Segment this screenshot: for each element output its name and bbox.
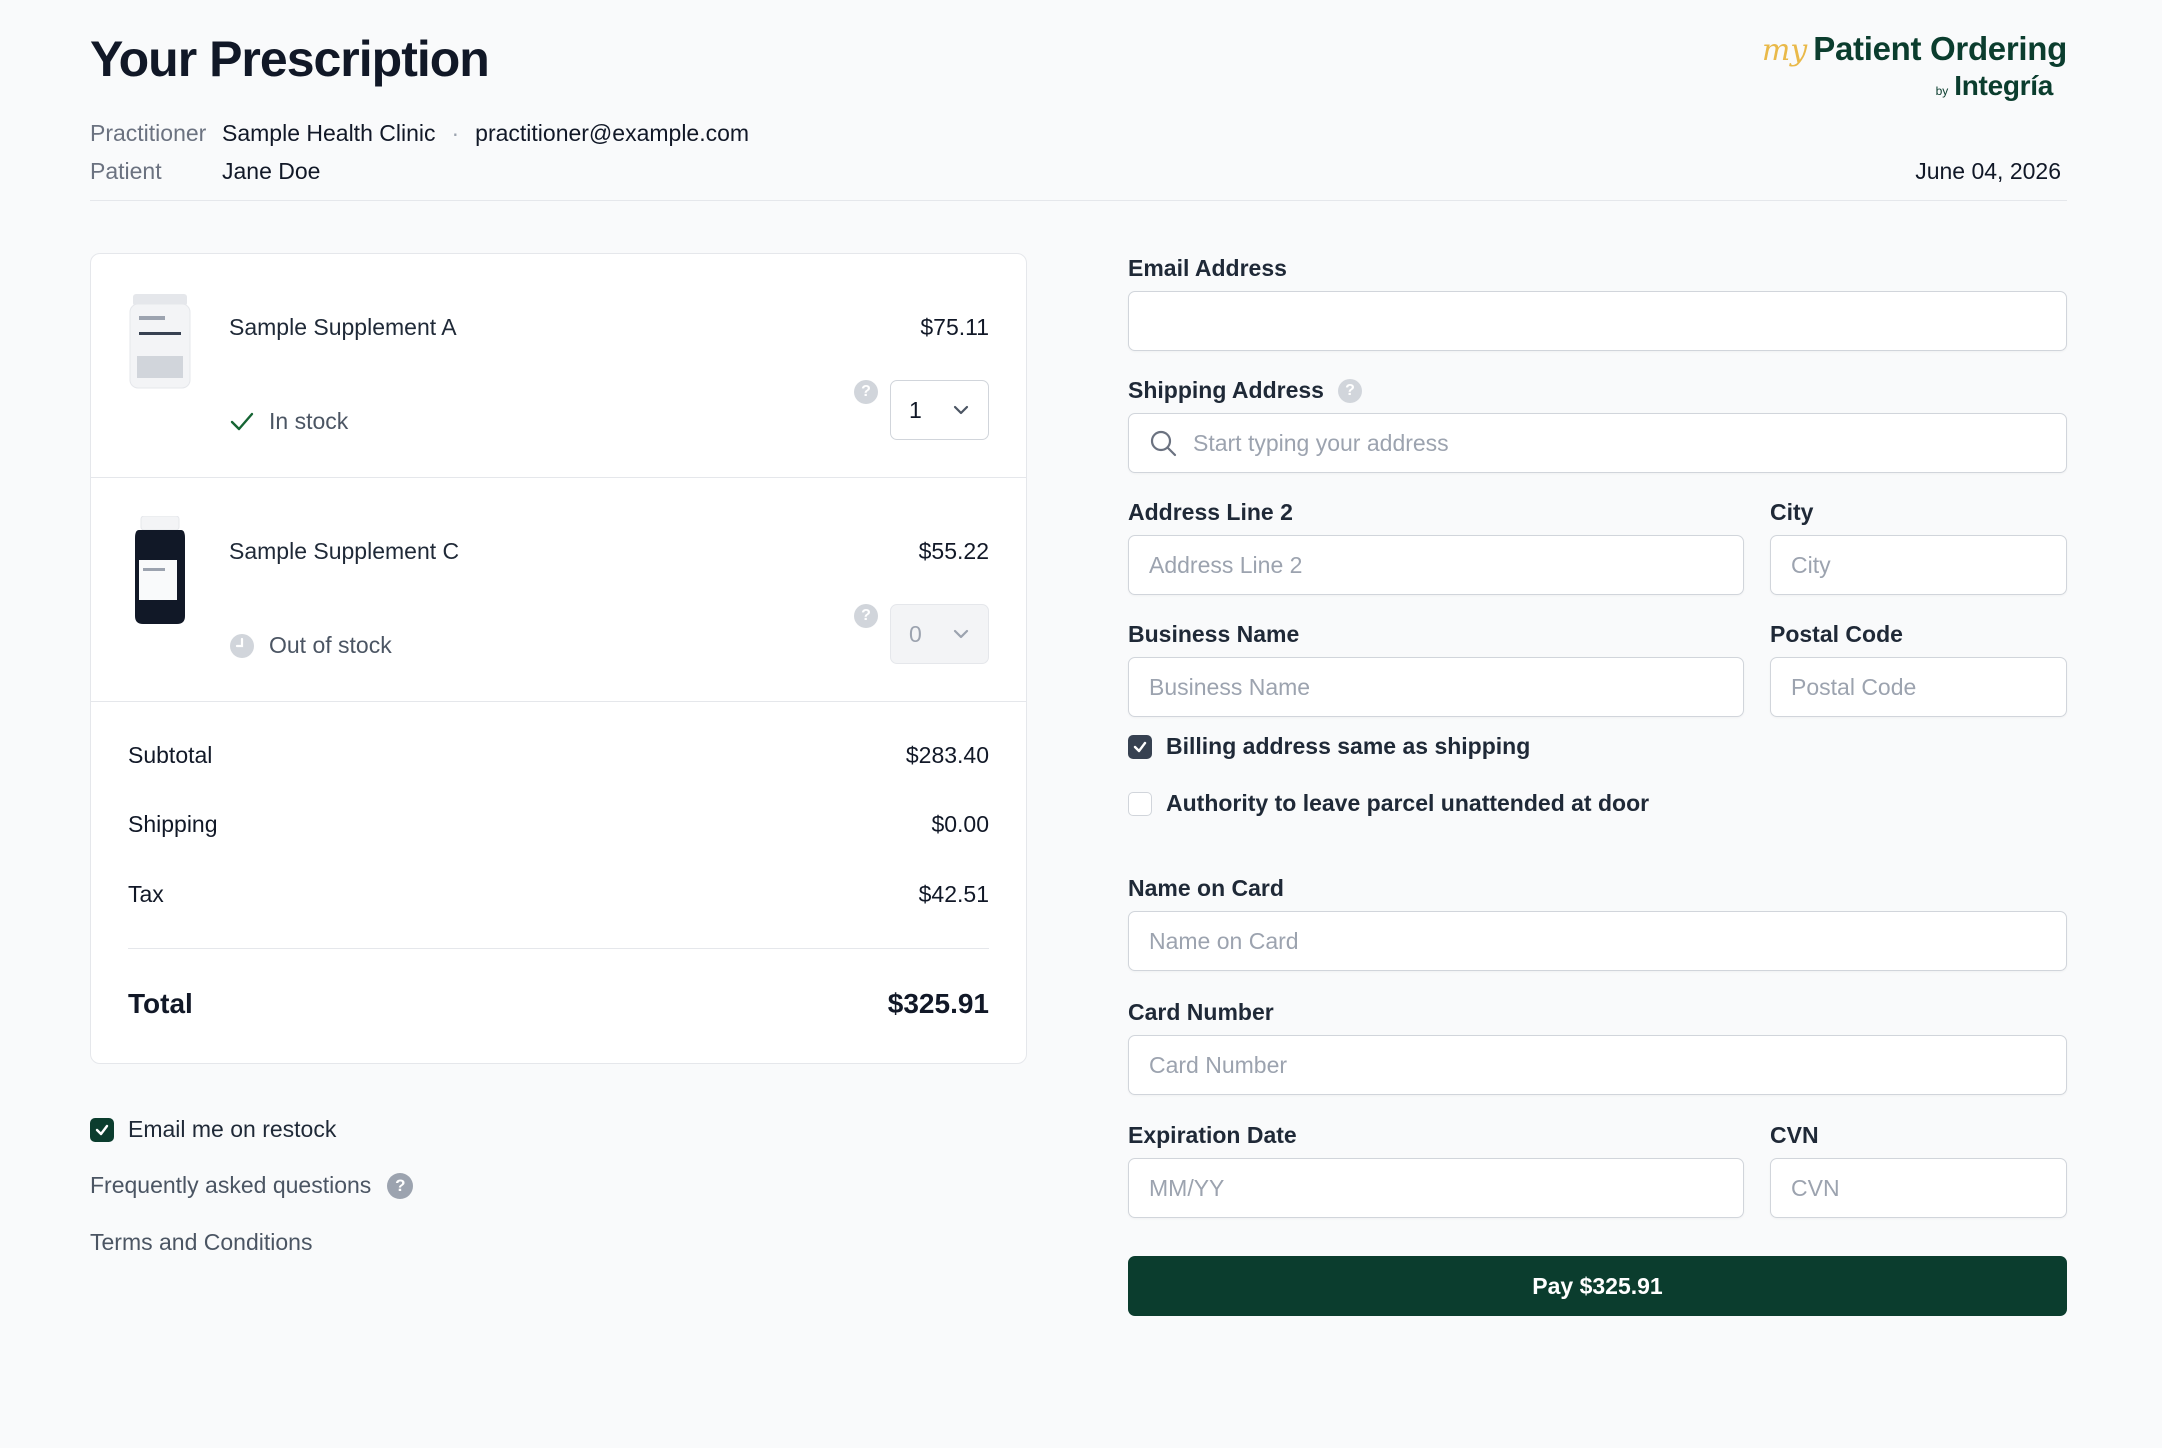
quantity-select: 0 [890,604,989,664]
shipping-address-label: Shipping Address ? [1128,377,1362,404]
card-name-input[interactable]: Name on Card [1128,911,2067,971]
patient-row: Patient Jane Doe [90,158,320,185]
business-name-input[interactable]: Business Name [1128,657,1744,717]
patient-name: Jane Doe [222,158,321,184]
subtotal-label: Subtotal [128,742,213,768]
practitioner-name: Sample Health Clinic [222,120,436,146]
brand-company: Integría [1954,70,2053,101]
shipping-label: Shipping [128,811,218,837]
summary-divider [128,948,989,949]
help-icon[interactable]: ? [854,380,878,404]
subtotal-value: $283.40 [905,742,989,768]
stock-status: In stock [229,408,348,435]
help-icon[interactable]: ? [387,1172,414,1199]
checkbox-checked-icon[interactable] [1128,734,1152,759]
brand-logo: my Patient Ordering by Integría [1762,30,2067,102]
total-value: $325.91 [887,988,989,1019]
practitioner-row: Practitioner Sample Health Clinic · prac… [90,120,749,147]
subtotal-row: Subtotal $283.40 [128,742,989,769]
restock-label: Email me on restock [128,1116,337,1142]
restock-checkbox[interactable]: Email me on restock [90,1116,336,1143]
shipping-address-input[interactable]: Start typing your address [1128,413,2067,473]
total-label: Total [128,988,193,1019]
city-label: City [1770,499,1814,525]
address2-label: Address Line 2 [1128,499,1293,525]
card-number-label: Card Number [1128,999,1274,1025]
tax-label: Tax [128,881,164,907]
postal-code-input[interactable]: Postal Code [1770,657,2067,717]
faq-link[interactable]: Frequently asked questions ? [90,1172,414,1199]
stock-label: Out of stock [269,632,392,658]
product-price: $55.22 [918,538,989,564]
checkbox-checked-icon[interactable] [90,1117,114,1142]
help-icon[interactable]: ? [854,604,878,628]
cart-card: Sample Supplement A $75.11 In stock ? 1 … [90,253,1027,1064]
product-price: $75.11 [920,314,989,340]
expiry-input[interactable]: MM/YY [1128,1158,1744,1218]
cvn-input[interactable]: CVN [1770,1158,2067,1218]
shipping-row: Shipping $0.00 [128,811,989,838]
clock-icon [230,633,254,658]
checkout-page: Your Prescription Practitioner Sample He… [90,0,2067,1448]
quantity-select[interactable]: 1 [890,380,989,440]
product-image-bottle [135,516,185,624]
checkbox-unchecked-icon[interactable] [1128,791,1152,816]
separator-dot: · [451,120,460,146]
page-title: Your Prescription [90,31,490,87]
brand-by: by [1935,84,1949,98]
card-name-label: Name on Card [1128,875,1284,901]
business-name-label: Business Name [1128,621,1300,647]
chevron-down-icon [953,405,969,415]
shipping-value: $0.00 [931,811,989,837]
terms-link[interactable]: Terms and Conditions [90,1229,312,1256]
billing-same-checkbox[interactable]: Billing address same as shipping [1128,733,1530,760]
shipping-address-label-text: Shipping Address [1128,377,1324,403]
expiry-label: Expiration Date [1128,1122,1297,1148]
product-name: Sample Supplement A [229,314,457,340]
patient-label: Patient [90,158,162,184]
header-divider [90,200,2067,201]
chevron-down-icon [953,629,969,639]
authority-checkbox[interactable]: Authority to leave parcel unattended at … [1128,790,1649,817]
postal-code-label: Postal Code [1770,621,1903,647]
billing-same-label: Billing address same as shipping [1166,733,1531,759]
quantity-value: 0 [909,620,922,647]
card-number-input[interactable]: Card Number [1128,1035,2067,1095]
email-label: Email Address [1128,255,1287,281]
help-icon[interactable]: ? [1337,378,1362,403]
order-date: June 04, 2026 [1915,158,2061,184]
product-name: Sample Supplement C [229,538,460,564]
authority-label: Authority to leave parcel unattended at … [1166,790,1650,816]
tax-value: $42.51 [918,881,989,907]
practitioner-label: Practitioner [90,120,207,146]
search-icon [1150,430,1177,457]
faq-label: Frequently asked questions [90,1172,372,1198]
address2-input[interactable]: Address Line 2 [1128,535,1744,595]
brand-name: Patient Ordering [1813,30,2067,67]
cvn-label: CVN [1770,1122,1819,1148]
city-input[interactable]: City [1770,535,2067,595]
cart-item: Sample Supplement A $75.11 In stock ? 1 [91,254,1026,478]
stock-label: In stock [269,408,349,434]
total-row: Total $325.91 [128,988,989,1020]
brand-my: my [1761,33,1808,68]
email-field[interactable] [1128,291,2067,351]
stock-status: Out of stock [229,632,392,659]
quantity-value: 1 [909,396,922,423]
cart-item: Sample Supplement C $55.22 Out of stock … [91,478,1026,702]
shipping-address-placeholder: Start typing your address [1193,429,1449,456]
practitioner-email: practitioner@example.com [475,120,750,146]
product-image-jar [129,294,191,389]
tax-row: Tax $42.51 [128,881,989,908]
pay-button[interactable]: Pay $325.91 [1128,1256,2067,1316]
check-icon [230,412,254,430]
